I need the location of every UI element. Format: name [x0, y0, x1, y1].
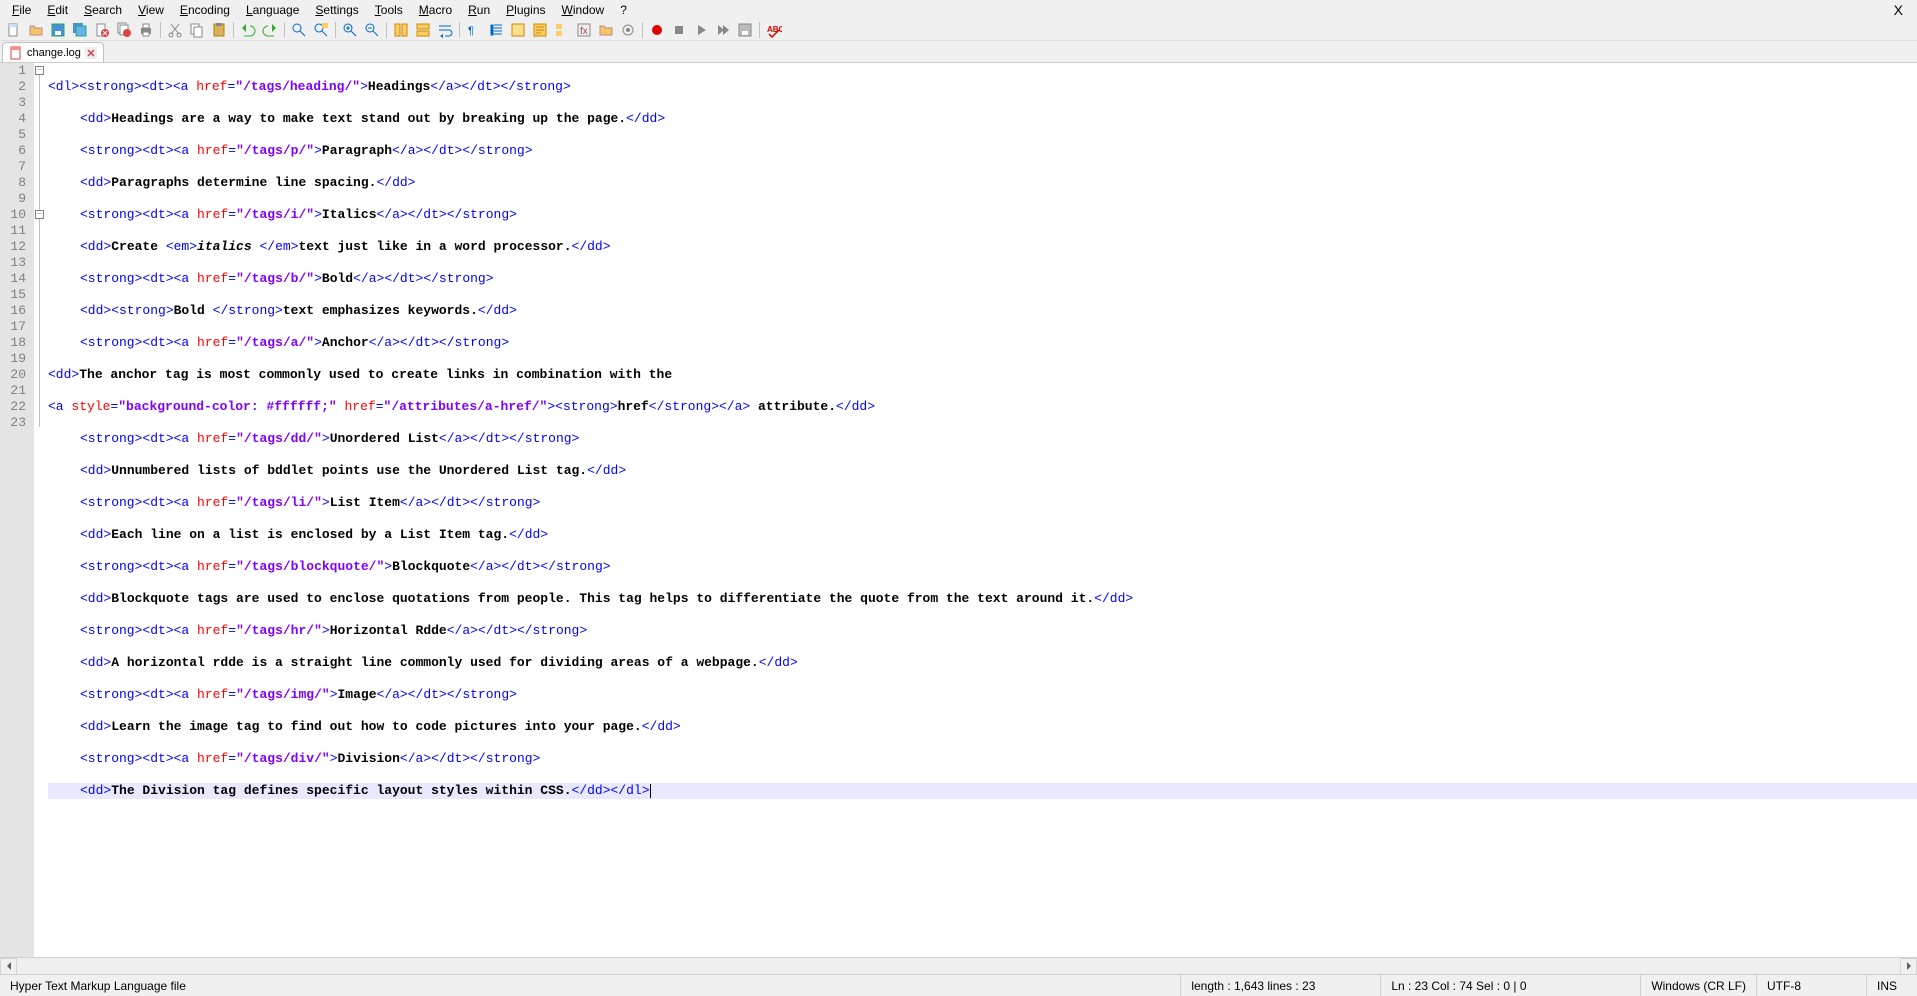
code-line: <strong><dt><a href="/tags/div/">Divisio… — [48, 751, 1917, 767]
code-area[interactable]: <dl><strong><dt><a href="/tags/heading/"… — [48, 63, 1917, 957]
menu-settings[interactable]: Settings — [307, 2, 366, 18]
doc-map-icon[interactable] — [529, 20, 551, 40]
menu-window[interactable]: Window — [554, 2, 613, 18]
save-all-icon[interactable] — [69, 20, 91, 40]
status-insert-mode[interactable]: INS — [1867, 975, 1917, 996]
code-line: <dd><strong>Bold </strong>text emphasize… — [48, 303, 1917, 319]
cut-icon[interactable] — [164, 20, 186, 40]
close-all-icon[interactable] — [113, 20, 135, 40]
code-line: <dd>Unnumbered lists of bddlet points us… — [48, 463, 1917, 479]
fold-margin[interactable]: − − — [34, 63, 48, 957]
wordwrap-icon[interactable] — [434, 20, 456, 40]
menu-tools[interactable]: Tools — [367, 2, 411, 18]
function-list-icon[interactable]: fx — [573, 20, 595, 40]
code-line: <strong><dt><a href="/tags/blockquote/">… — [48, 559, 1917, 575]
menu-view[interactable]: View — [130, 2, 172, 18]
close-file-icon[interactable] — [91, 20, 113, 40]
text-caret — [650, 784, 651, 798]
doc-list-icon[interactable] — [551, 20, 573, 40]
code-line: <dl><strong><dt><a href="/tags/heading/"… — [48, 79, 1917, 95]
toolbar: ¶ fx ABC — [0, 19, 1917, 41]
scroll-left-icon[interactable] — [0, 958, 17, 975]
copy-icon[interactable] — [186, 20, 208, 40]
paste-icon[interactable] — [208, 20, 230, 40]
play-macro-icon[interactable] — [690, 20, 712, 40]
status-length: length : 1,643 lines : 23 — [1181, 975, 1381, 996]
zoom-in-icon[interactable] — [339, 20, 361, 40]
menu-encoding[interactable]: Encoding — [172, 2, 238, 18]
code-line: <strong><dt><a href="/tags/dd/">Unordere… — [48, 431, 1917, 447]
zoom-out-icon[interactable] — [361, 20, 383, 40]
svg-text:ABC: ABC — [767, 25, 782, 34]
menu-run[interactable]: Run — [460, 2, 498, 18]
indent-guide-icon[interactable] — [485, 20, 507, 40]
status-encoding[interactable]: UTF-8 — [1757, 975, 1867, 996]
new-file-icon[interactable] — [3, 20, 25, 40]
code-line: <dd>Paragraphs determine line spacing.</… — [48, 175, 1917, 191]
code-line: <strong><dt><a href="/tags/img/">Image</… — [48, 687, 1917, 703]
code-line: <a style="background-color: #ffffff;" hr… — [48, 399, 1917, 415]
svg-text:¶: ¶ — [468, 25, 474, 37]
redo-icon[interactable] — [259, 20, 281, 40]
record-macro-icon[interactable] — [646, 20, 668, 40]
code-line: <dd>Headings are a way to make text stan… — [48, 111, 1917, 127]
fold-box-line10[interactable]: − — [35, 210, 44, 219]
open-file-icon[interactable] — [25, 20, 47, 40]
show-all-chars-icon[interactable]: ¶ — [463, 20, 485, 40]
code-line: <dd>Create <em>italics </em>text just li… — [48, 239, 1917, 255]
stop-macro-icon[interactable] — [668, 20, 690, 40]
code-line: <strong><dt><a href="/tags/i/">Italics</… — [48, 207, 1917, 223]
tab-changelog[interactable]: change.log — [2, 42, 104, 62]
scroll-track[interactable] — [17, 958, 1900, 975]
folder-icon[interactable] — [595, 20, 617, 40]
menu-help[interactable]: ? — [612, 2, 635, 18]
menu-macro[interactable]: Macro — [411, 2, 460, 18]
status-eol[interactable]: Windows (CR LF) — [1641, 975, 1757, 996]
status-position: Ln : 23 Col : 74 Sel : 0 | 0 — [1381, 975, 1641, 996]
statusbar: Hyper Text Markup Language file length :… — [0, 974, 1917, 996]
code-line: <strong><dt><a href="/tags/p/">Paragraph… — [48, 143, 1917, 159]
play-multi-icon[interactable] — [712, 20, 734, 40]
find-icon[interactable] — [288, 20, 310, 40]
code-line: <dd>A horizontal rdde is a straight line… — [48, 655, 1917, 671]
print-icon[interactable] — [135, 20, 157, 40]
save-icon[interactable] — [47, 20, 69, 40]
code-line: <dd>Learn the image tag to find out how … — [48, 719, 1917, 735]
tab-label: change.log — [27, 47, 81, 59]
code-line: <dd>Blockquote tags are used to enclose … — [48, 591, 1917, 607]
line-number-gutter: 1 2 3 4 5 6 7 8 9 10 11 12 13 14 15 16 1… — [0, 63, 34, 957]
save-macro-icon[interactable] — [734, 20, 756, 40]
scroll-right-icon[interactable] — [1900, 958, 1917, 975]
menu-search[interactable]: Search — [76, 2, 130, 18]
code-line: <dd>The Division tag defines specific la… — [48, 783, 1917, 799]
code-line: <strong><dt><a href="/tags/b/">Bold</a><… — [48, 271, 1917, 287]
horizontal-scrollbar[interactable] — [0, 957, 1917, 974]
editor: 1 2 3 4 5 6 7 8 9 10 11 12 13 14 15 16 1… — [0, 63, 1917, 974]
close-button[interactable]: X — [1884, 2, 1913, 18]
svg-text:fx: fx — [580, 26, 588, 37]
tabbar: change.log — [0, 41, 1917, 63]
code-line: <dd>The anchor tag is most commonly used… — [48, 367, 1917, 383]
sync-h-icon[interactable] — [412, 20, 434, 40]
file-dirty-icon — [9, 46, 23, 60]
tab-close-icon[interactable] — [85, 47, 97, 59]
code-line: <dd>Each line on a list is enclosed by a… — [48, 527, 1917, 543]
fold-box-line1[interactable]: − — [35, 66, 44, 75]
code-line: <strong><dt><a href="/tags/li/">List Ite… — [48, 495, 1917, 511]
status-filetype: Hyper Text Markup Language file — [0, 975, 1181, 996]
monitor-icon[interactable] — [617, 20, 639, 40]
menu-plugins[interactable]: Plugins — [498, 2, 553, 18]
code-line: <strong><dt><a href="/tags/a/">Anchor</a… — [48, 335, 1917, 351]
replace-icon[interactable] — [310, 20, 332, 40]
menubar: File Edit Search View Encoding Language … — [0, 0, 1917, 19]
sync-v-icon[interactable] — [390, 20, 412, 40]
code-line: <strong><dt><a href="/tags/hr/">Horizont… — [48, 623, 1917, 639]
udl-icon[interactable] — [507, 20, 529, 40]
spellcheck-icon[interactable]: ABC — [763, 20, 785, 40]
menu-file[interactable]: File — [4, 2, 39, 18]
menu-language[interactable]: Language — [238, 2, 307, 18]
menu-edit[interactable]: Edit — [39, 2, 76, 18]
undo-icon[interactable] — [237, 20, 259, 40]
